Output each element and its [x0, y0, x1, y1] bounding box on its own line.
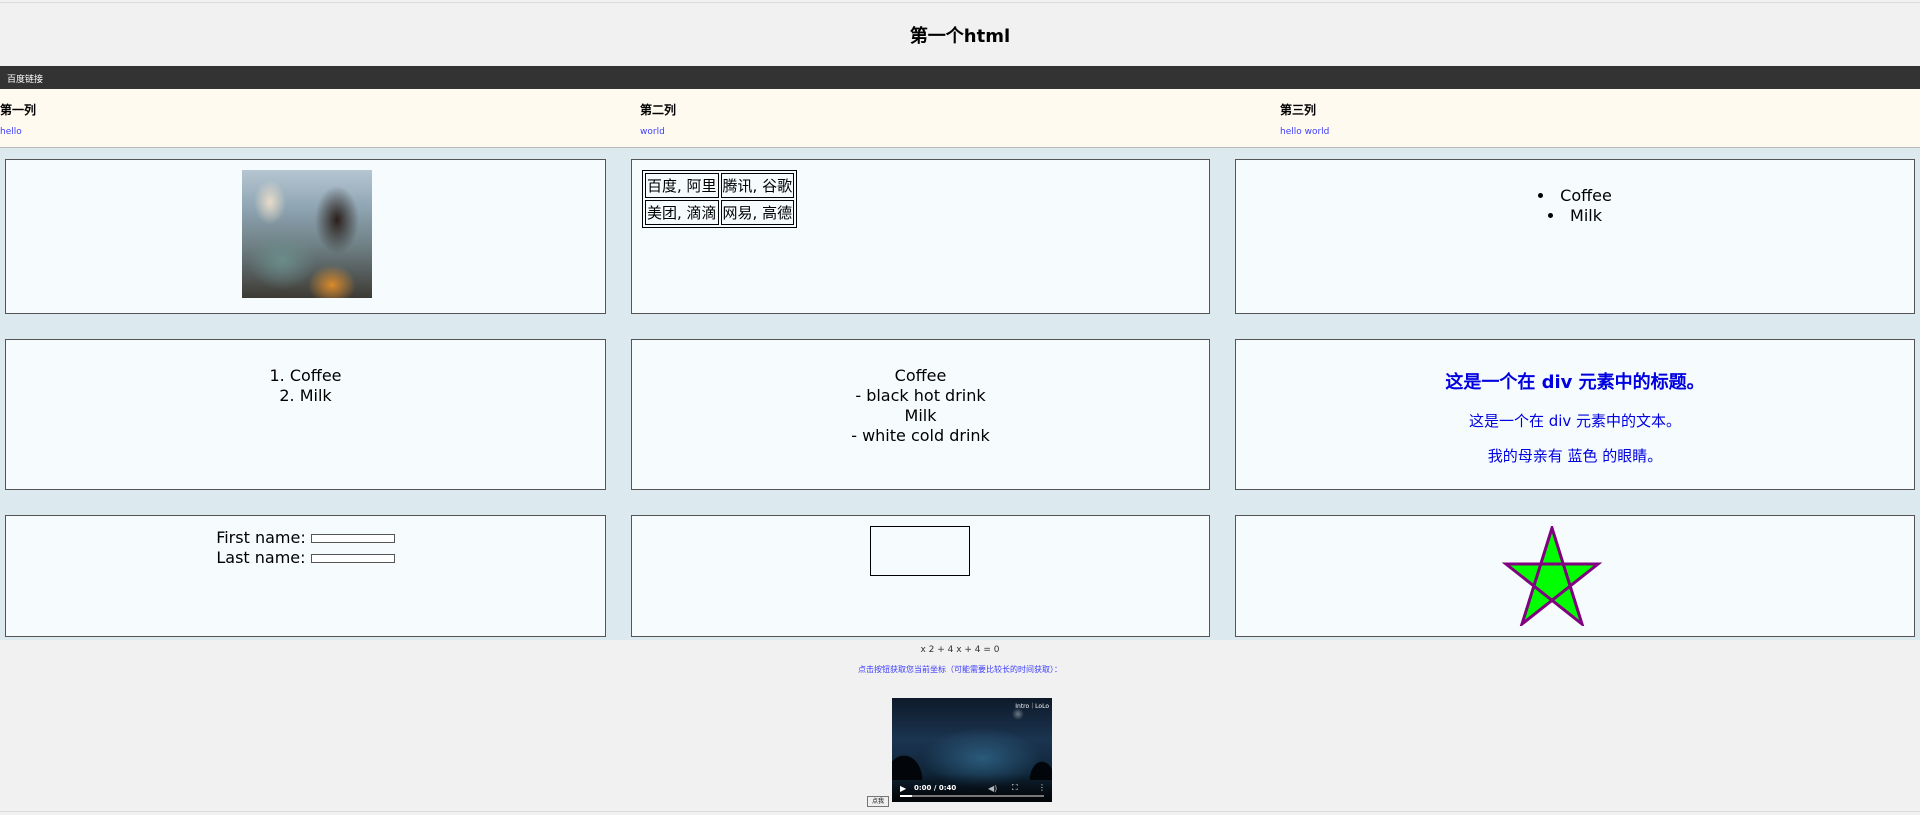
column-2-text: world	[640, 127, 665, 137]
list-item: Coffee	[1236, 186, 1914, 206]
canvas-rectangle	[870, 526, 970, 576]
list-item: Milk	[6, 386, 605, 406]
video-controls: ▶ 0:00 / 0:40 ◀) ⛶ ⋮	[892, 774, 1052, 802]
star-shape	[1502, 526, 1602, 626]
coordinate-text: 点击按钮获取您当前坐标（可能需要比较长的时间获取）：	[858, 665, 1062, 674]
column-1-text: hello	[0, 127, 22, 137]
cell-star	[1235, 515, 1915, 637]
play-icon[interactable]: ▶	[900, 784, 906, 793]
definition-list: Coffee - black hot drink Milk - white co…	[632, 366, 1209, 446]
sites-table: 百度, 阿里 腾讯, 谷歌 美团, 滴滴 网易, 高德	[642, 170, 798, 228]
cell-form: First name: Last name:	[5, 515, 606, 637]
video-time: 0:00 / 0:40	[914, 784, 957, 792]
video-progress-fill	[900, 795, 912, 797]
table-row: 美团, 滴滴 网易, 高德	[645, 200, 795, 225]
list-item: Milk	[1236, 206, 1914, 226]
table-cell: 网易, 高德	[720, 200, 795, 225]
cell-ordered-list: Coffee Milk	[5, 339, 606, 490]
cell-canvas	[631, 515, 1210, 637]
video-overlay-text: Intro｜LoLo	[1015, 703, 1049, 710]
definition-desc: - white cold drink	[851, 426, 990, 445]
column-3-text: hello world	[1280, 127, 1330, 137]
bottom-divider	[0, 811, 1920, 812]
column-2: 第二列 world	[640, 101, 676, 137]
definition-term: Coffee	[894, 366, 947, 385]
ordered-list: Coffee Milk	[6, 366, 605, 406]
table-cell: 腾讯, 谷歌	[720, 173, 795, 198]
unordered-list: Coffee Milk	[1236, 186, 1914, 226]
click-button[interactable]: 点我	[867, 796, 889, 807]
fullscreen-icon[interactable]: ⛶	[1012, 783, 1018, 793]
first-name-label: First name:	[216, 528, 306, 547]
video-progress-bar[interactable]	[900, 795, 1044, 797]
first-name-input[interactable]	[310, 534, 395, 543]
top-divider	[0, 2, 1920, 3]
cell-div-block: 这是一个在 div 元素中的标题。 这是一个在 div 元素中的文本。 我的母亲…	[1235, 339, 1915, 490]
div-heading: 这是一个在 div 元素中的标题。	[1445, 372, 1705, 393]
column-3: 第三列 hello world	[1280, 101, 1329, 137]
div-text: 这是一个在 div 元素中的文本。	[1468, 412, 1682, 430]
baidu-link[interactable]: 百度链接	[7, 72, 43, 85]
column-2-heading: 第二列	[640, 103, 677, 117]
table-row: 百度, 阿里 腾讯, 谷歌	[645, 173, 795, 198]
volume-icon[interactable]: ◀)	[988, 784, 997, 793]
last-name-label: Last name:	[216, 548, 306, 567]
page-title: 第一个html	[909, 26, 1011, 47]
cell-unordered-list: Coffee Milk	[1235, 159, 1915, 314]
table-cell: 美团, 滴滴	[645, 200, 719, 225]
column-3-heading: 第三列	[1280, 103, 1317, 117]
video-player[interactable]: Intro｜LoLo ▶ 0:00 / 0:40 ◀) ⛶ ⋮	[892, 698, 1052, 802]
eyes-text: 我的母亲有 蓝色 的眼睛。	[1487, 447, 1663, 465]
photo-image	[242, 170, 372, 298]
last-name-input[interactable]	[310, 554, 395, 563]
navbar: 百度链接	[0, 66, 1920, 89]
cell-table: 百度, 阿里 腾讯, 谷歌 美团, 滴滴 网易, 高德	[631, 159, 1210, 314]
column-1-heading: 第一列	[0, 103, 37, 117]
list-item: Coffee	[6, 366, 605, 386]
cell-image	[5, 159, 606, 314]
star-icon	[1502, 526, 1602, 626]
name-form: First name: Last name:	[6, 528, 605, 568]
cell-definition-list: Coffee - black hot drink Milk - white co…	[631, 339, 1210, 490]
definition-term: Milk	[904, 406, 937, 425]
column-1: 第一列 hello	[0, 101, 36, 137]
more-options-icon[interactable]: ⋮	[1038, 783, 1046, 792]
table-cell: 百度, 阿里	[645, 173, 719, 198]
math-formula: x 2 + 4 x + 4 = 0	[920, 645, 1000, 655]
column-row: 第一列 hello 第二列 world 第三列 hello world	[0, 89, 1920, 148]
definition-desc: - black hot drink	[855, 386, 986, 405]
